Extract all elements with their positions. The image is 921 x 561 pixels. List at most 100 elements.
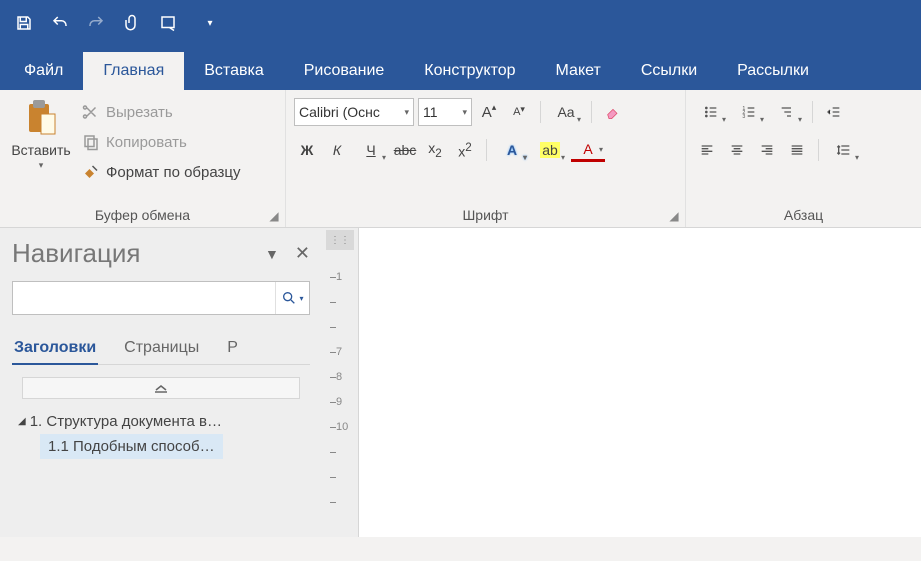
italic-button[interactable]: К: [324, 136, 350, 164]
tab-design[interactable]: Конструктор: [404, 52, 535, 90]
nav-heading-level1-text: 1. Структура документа в…: [30, 413, 222, 430]
paste-button[interactable]: Вставить ▾: [8, 94, 74, 175]
qat-save-button[interactable]: [8, 7, 40, 39]
format-painter-label: Формат по образцу: [106, 164, 241, 181]
qat-attach-button[interactable]: [116, 7, 148, 39]
collapse-toggle-icon[interactable]: ◢: [18, 416, 26, 427]
font-size-value: 11: [423, 104, 438, 120]
shrink-font-icon: A: [513, 106, 520, 118]
tab-mailings[interactable]: Рассылки: [717, 52, 829, 90]
navigation-dropdown-button[interactable]: ▼: [265, 246, 279, 262]
navigation-pane: Навигация ▼ ✕ ▾ Заголовки Страницы Р ◢ 1…: [0, 228, 322, 537]
document-canvas[interactable]: [358, 228, 921, 537]
tab-draw[interactable]: Рисование: [284, 52, 405, 90]
underline-icon: Ч: [366, 142, 375, 158]
font-dialog-launcher[interactable]: ◢: [667, 209, 681, 223]
bold-icon: Ж: [301, 142, 314, 158]
text-effects-button[interactable]: A: [495, 136, 529, 164]
superscript-button[interactable]: x2: [452, 136, 478, 164]
tab-insert[interactable]: Вставка: [184, 52, 283, 90]
document-area-wrapper: ⋮⋮ 1 7 8 9 10: [322, 228, 921, 537]
align-justify-icon: [789, 142, 805, 158]
chevron-down-icon: ▾: [299, 294, 303, 303]
align-center-button[interactable]: [724, 136, 750, 164]
grow-font-button[interactable]: A▴: [476, 98, 502, 126]
navigation-search: ▾: [12, 281, 310, 315]
copy-icon: [82, 133, 100, 151]
align-center-icon: [729, 142, 745, 158]
clear-formatting-button[interactable]: [600, 98, 626, 126]
tab-references[interactable]: Ссылки: [621, 52, 717, 90]
separator: [591, 101, 592, 123]
separator: [812, 101, 813, 123]
underline-button[interactable]: Ч: [354, 136, 388, 164]
highlight-icon: ab: [540, 142, 560, 158]
paste-label: Вставить: [11, 142, 70, 158]
nav-tab-results[interactable]: Р: [225, 333, 240, 364]
nav-heading-level1[interactable]: ◢ 1. Структура документа в…: [12, 409, 310, 434]
text-effects-icon: A: [507, 142, 517, 158]
cut-label: Вырезать: [106, 104, 173, 121]
nav-heading-level2[interactable]: 1.1 Подобным способ…: [40, 434, 223, 459]
clipboard-dialog-launcher[interactable]: ◢: [267, 209, 281, 223]
decrease-indent-icon: [826, 104, 842, 120]
navigation-close-button[interactable]: ✕: [295, 243, 310, 264]
ruler-number: 8: [336, 371, 342, 383]
shrink-font-button[interactable]: A▾: [506, 98, 532, 126]
qat-touchmouse-button[interactable]: [152, 7, 184, 39]
ruler-number: 10: [336, 421, 348, 433]
italic-icon: К: [333, 142, 341, 158]
font-name-select[interactable]: Calibri (Оснс ▾: [294, 98, 414, 126]
tab-file[interactable]: Файл: [4, 52, 83, 90]
vertical-ruler[interactable]: ⋮⋮ 1 7 8 9 10: [322, 228, 358, 537]
font-color-button[interactable]: A: [571, 138, 605, 162]
cut-button[interactable]: Вырезать: [82, 98, 241, 126]
eraser-icon: [605, 104, 621, 120]
navigation-search-input[interactable]: [13, 282, 275, 314]
font-name-value: Calibri (Оснс: [299, 104, 380, 120]
change-case-button[interactable]: Aa: [549, 98, 583, 126]
navigation-collapse-all-button[interactable]: [22, 377, 300, 399]
align-justify-button[interactable]: [784, 136, 810, 164]
ruler-handle[interactable]: ⋮⋮: [326, 230, 354, 250]
change-case-icon: Aa: [557, 104, 574, 120]
bullets-icon: [703, 104, 719, 120]
touch-mode-icon: [159, 14, 177, 32]
qat-customize-button[interactable]: ▾: [200, 7, 220, 39]
numbering-button[interactable]: 123: [732, 98, 766, 126]
nav-tab-pages[interactable]: Страницы: [122, 333, 201, 364]
align-right-button[interactable]: [754, 136, 780, 164]
navigation-search-button[interactable]: ▾: [275, 282, 309, 314]
font-size-select[interactable]: 11 ▾: [418, 98, 472, 126]
qat-undo-button[interactable]: [44, 7, 76, 39]
decrease-indent-button[interactable]: [821, 98, 847, 126]
superscript-icon: x2: [458, 141, 471, 160]
group-font: Calibri (Оснс ▾ 11 ▾ A▴ A▾ Aa: [286, 90, 686, 227]
ribbon-tabbar: Файл Главная Вставка Рисование Конструкт…: [0, 46, 921, 90]
bold-button[interactable]: Ж: [294, 136, 320, 164]
numbering-icon: 123: [741, 104, 757, 120]
tab-layout[interactable]: Макет: [536, 52, 621, 90]
align-left-icon: [699, 142, 715, 158]
separator: [486, 139, 487, 161]
separator: [540, 101, 541, 123]
highlight-button[interactable]: ab: [533, 136, 567, 164]
tab-home[interactable]: Главная: [83, 52, 184, 90]
multilevel-list-button[interactable]: [770, 98, 804, 126]
separator: [818, 139, 819, 161]
subscript-icon: x2: [428, 140, 441, 160]
line-spacing-button[interactable]: [827, 136, 861, 164]
qat-redo-button[interactable]: [80, 7, 112, 39]
bullets-button[interactable]: [694, 98, 728, 126]
strikethrough-button[interactable]: abc: [392, 136, 418, 164]
nav-tab-headings[interactable]: Заголовки: [12, 333, 98, 365]
ribbon: Вставить ▾ Вырезать Копировать: [0, 90, 921, 228]
navigation-tabs: Заголовки Страницы Р: [12, 333, 310, 365]
redo-icon: [87, 14, 105, 32]
paperclip-icon: [123, 14, 141, 32]
copy-button[interactable]: Копировать: [82, 128, 241, 156]
align-left-button[interactable]: [694, 136, 720, 164]
format-painter-button[interactable]: Формат по образцу: [82, 158, 241, 186]
clipboard-paste-icon: [23, 98, 59, 138]
subscript-button[interactable]: x2: [422, 136, 448, 164]
